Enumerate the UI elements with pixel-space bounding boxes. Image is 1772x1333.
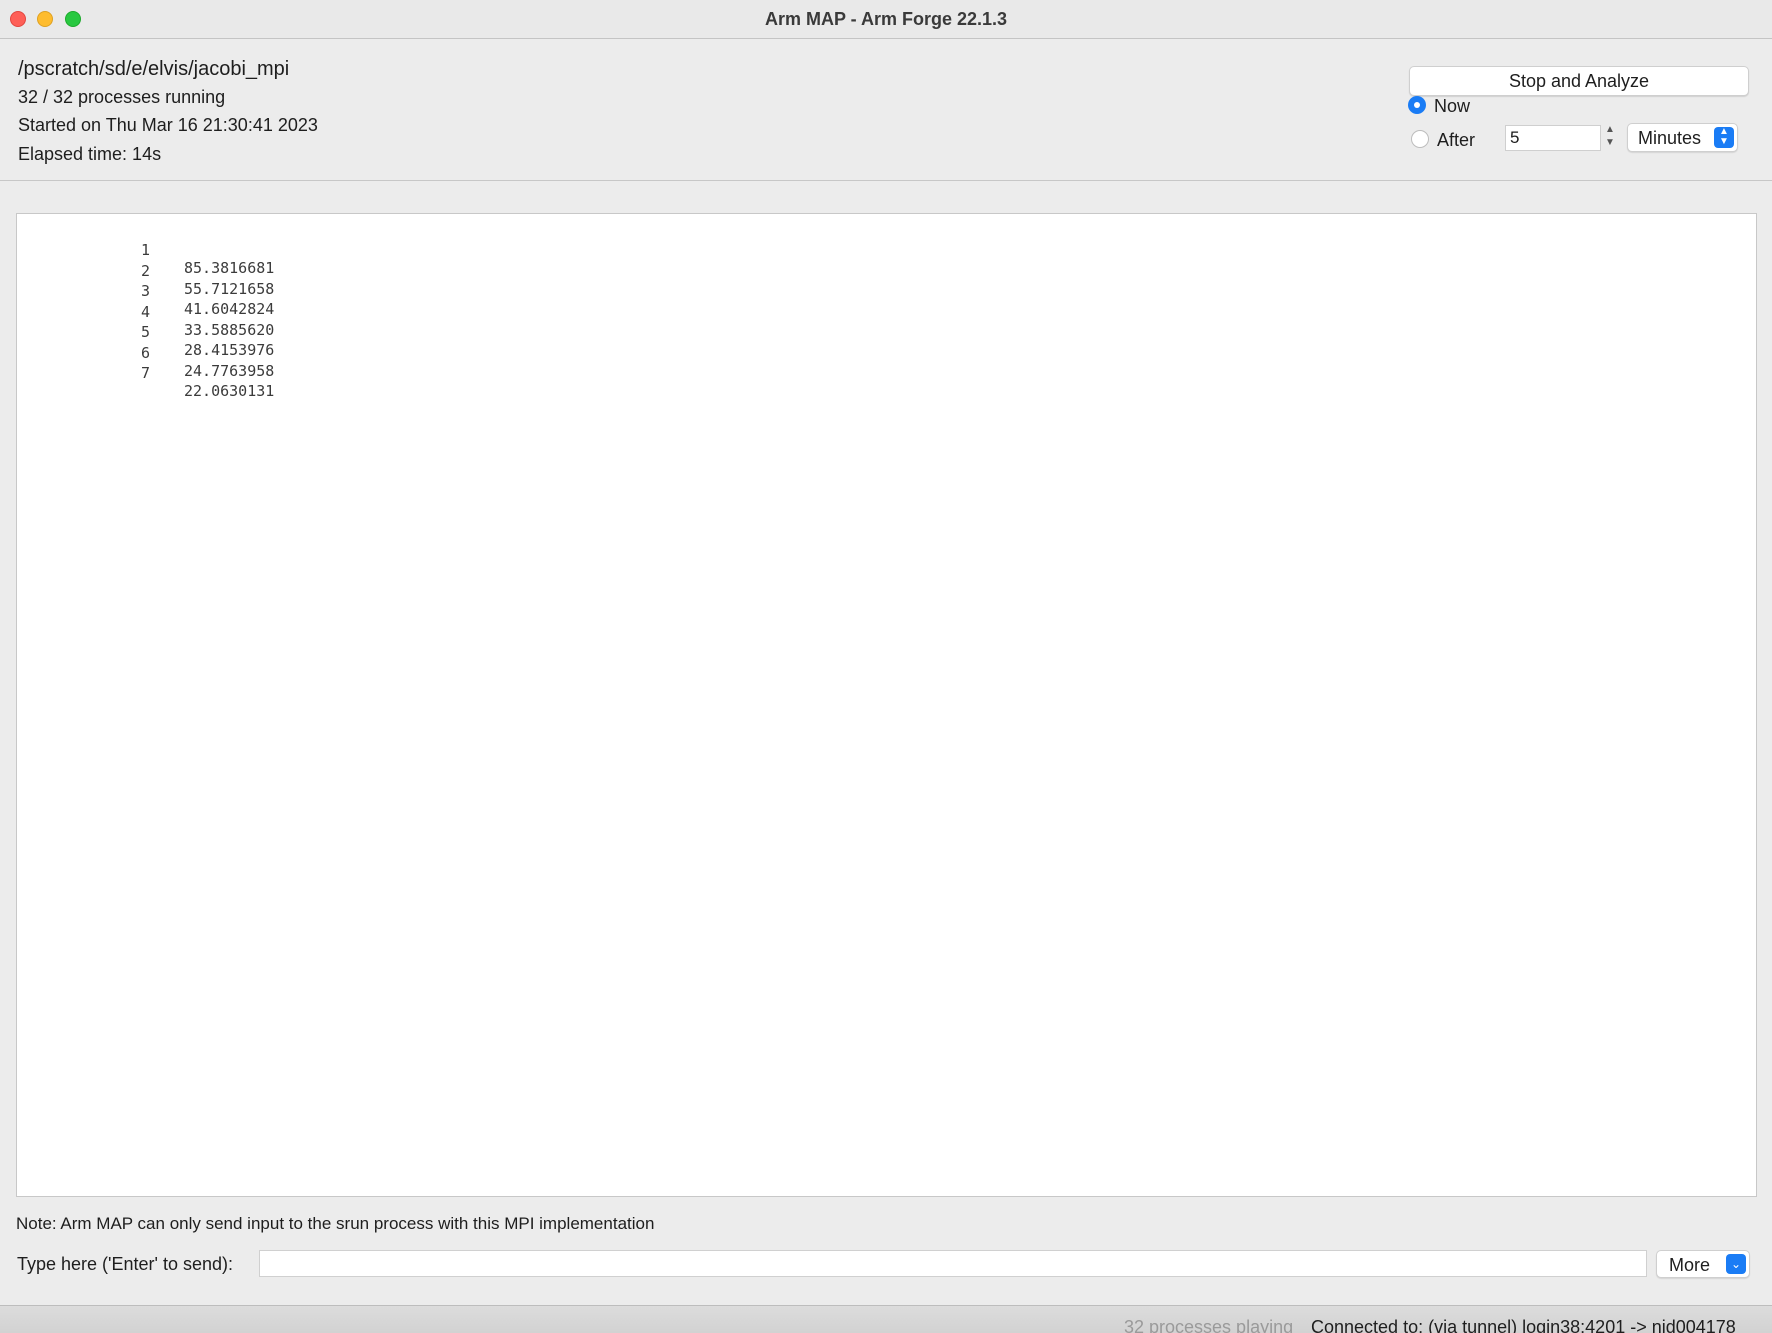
iteration-number: 2 <box>141 261 151 280</box>
iteration-number: 6 <box>141 343 151 362</box>
title-bar: Arm MAP - Arm Forge 22.1.3 <box>0 0 1772 39</box>
after-duration-input[interactable]: 5 <box>1505 125 1601 151</box>
output-line: 7 22.0630131 <box>17 346 274 400</box>
output-line: 4 33.5885620 <box>17 285 274 339</box>
residual-value: 24.7763958 <box>184 361 275 380</box>
iteration-number: 1 <box>141 241 151 259</box>
start-time: Started on Thu Mar 16 21:30:41 2023 <box>18 115 318 135</box>
now-label[interactable]: Now <box>1434 96 1470 117</box>
iteration-number: 4 <box>141 302 151 321</box>
more-button[interactable]: More ⌄ <box>1656 1250 1750 1278</box>
after-radio[interactable] <box>1411 130 1429 148</box>
residual-value: 28.4153976 <box>184 341 275 359</box>
elapsed-time: Elapsed time: 14s <box>18 144 162 164</box>
program-path: /pscratch/sd/e/elvis/jacobi_mpi <box>18 58 290 80</box>
output-line: 3 41.6042824 <box>17 264 274 318</box>
stop-and-analyze-button[interactable]: Stop and Analyze <box>1409 66 1749 96</box>
time-unit-select[interactable]: Minutes ▲ ▼ <box>1627 123 1738 152</box>
time-unit-value: Minutes <box>1638 128 1702 148</box>
stdin-label: Type here ('Enter' to send): <box>17 1254 233 1274</box>
stepper-down-icon[interactable]: ▼ <box>1601 136 1619 149</box>
playing-status: 32 processes playing <box>1124 1317 1294 1333</box>
iteration-number: 3 <box>141 282 151 300</box>
residual-value: 85.3816681 <box>184 259 275 277</box>
iteration-number: 5 <box>141 323 151 341</box>
updown-chevron-icon: ▲ ▼ <box>1714 127 1734 148</box>
more-label: More <box>1669 1255 1711 1275</box>
window-title: Arm MAP - Arm Forge 22.1.3 <box>764 9 1008 29</box>
chevron-down-icon: ⌄ <box>1726 1254 1746 1274</box>
iteration-number: 7 <box>141 364 151 382</box>
connection-status: Connected to: (via tunnel) login38:4201 … <box>1311 1317 1736 1333</box>
residual-value: 22.0630131 <box>184 382 275 400</box>
after-label[interactable]: After <box>1437 130 1475 151</box>
program-output[interactable]: 1 85.3816681 2 55.7121658 3 41.6042824 4… <box>16 213 1757 1197</box>
output-line: 5 28.4153976 <box>17 305 274 359</box>
status-bar: 32 processes playing Connected to: (via … <box>0 1305 1772 1333</box>
output-line: 6 24.7763958 <box>17 326 274 380</box>
output-line: 1 85.3816681 <box>17 223 274 277</box>
output-line: 2 55.7121658 <box>17 244 274 298</box>
residual-value: 41.6042824 <box>184 300 275 318</box>
stepper-up-icon[interactable]: ▲ <box>1601 123 1619 136</box>
run-info-panel: /pscratch/sd/e/elvis/jacobi_mpi 32 / 32 … <box>0 39 1772 181</box>
input-note: Note: Arm MAP can only send input to the… <box>16 1214 655 1233</box>
now-radio[interactable] <box>1408 96 1426 114</box>
residual-value: 33.5885620 <box>184 320 275 339</box>
residual-value: 55.7121658 <box>184 279 275 298</box>
duration-stepper[interactable]: ▲ ▼ <box>1601 123 1619 153</box>
process-count: 32 / 32 processes running <box>18 87 226 107</box>
stdin-input[interactable] <box>259 1250 1647 1277</box>
